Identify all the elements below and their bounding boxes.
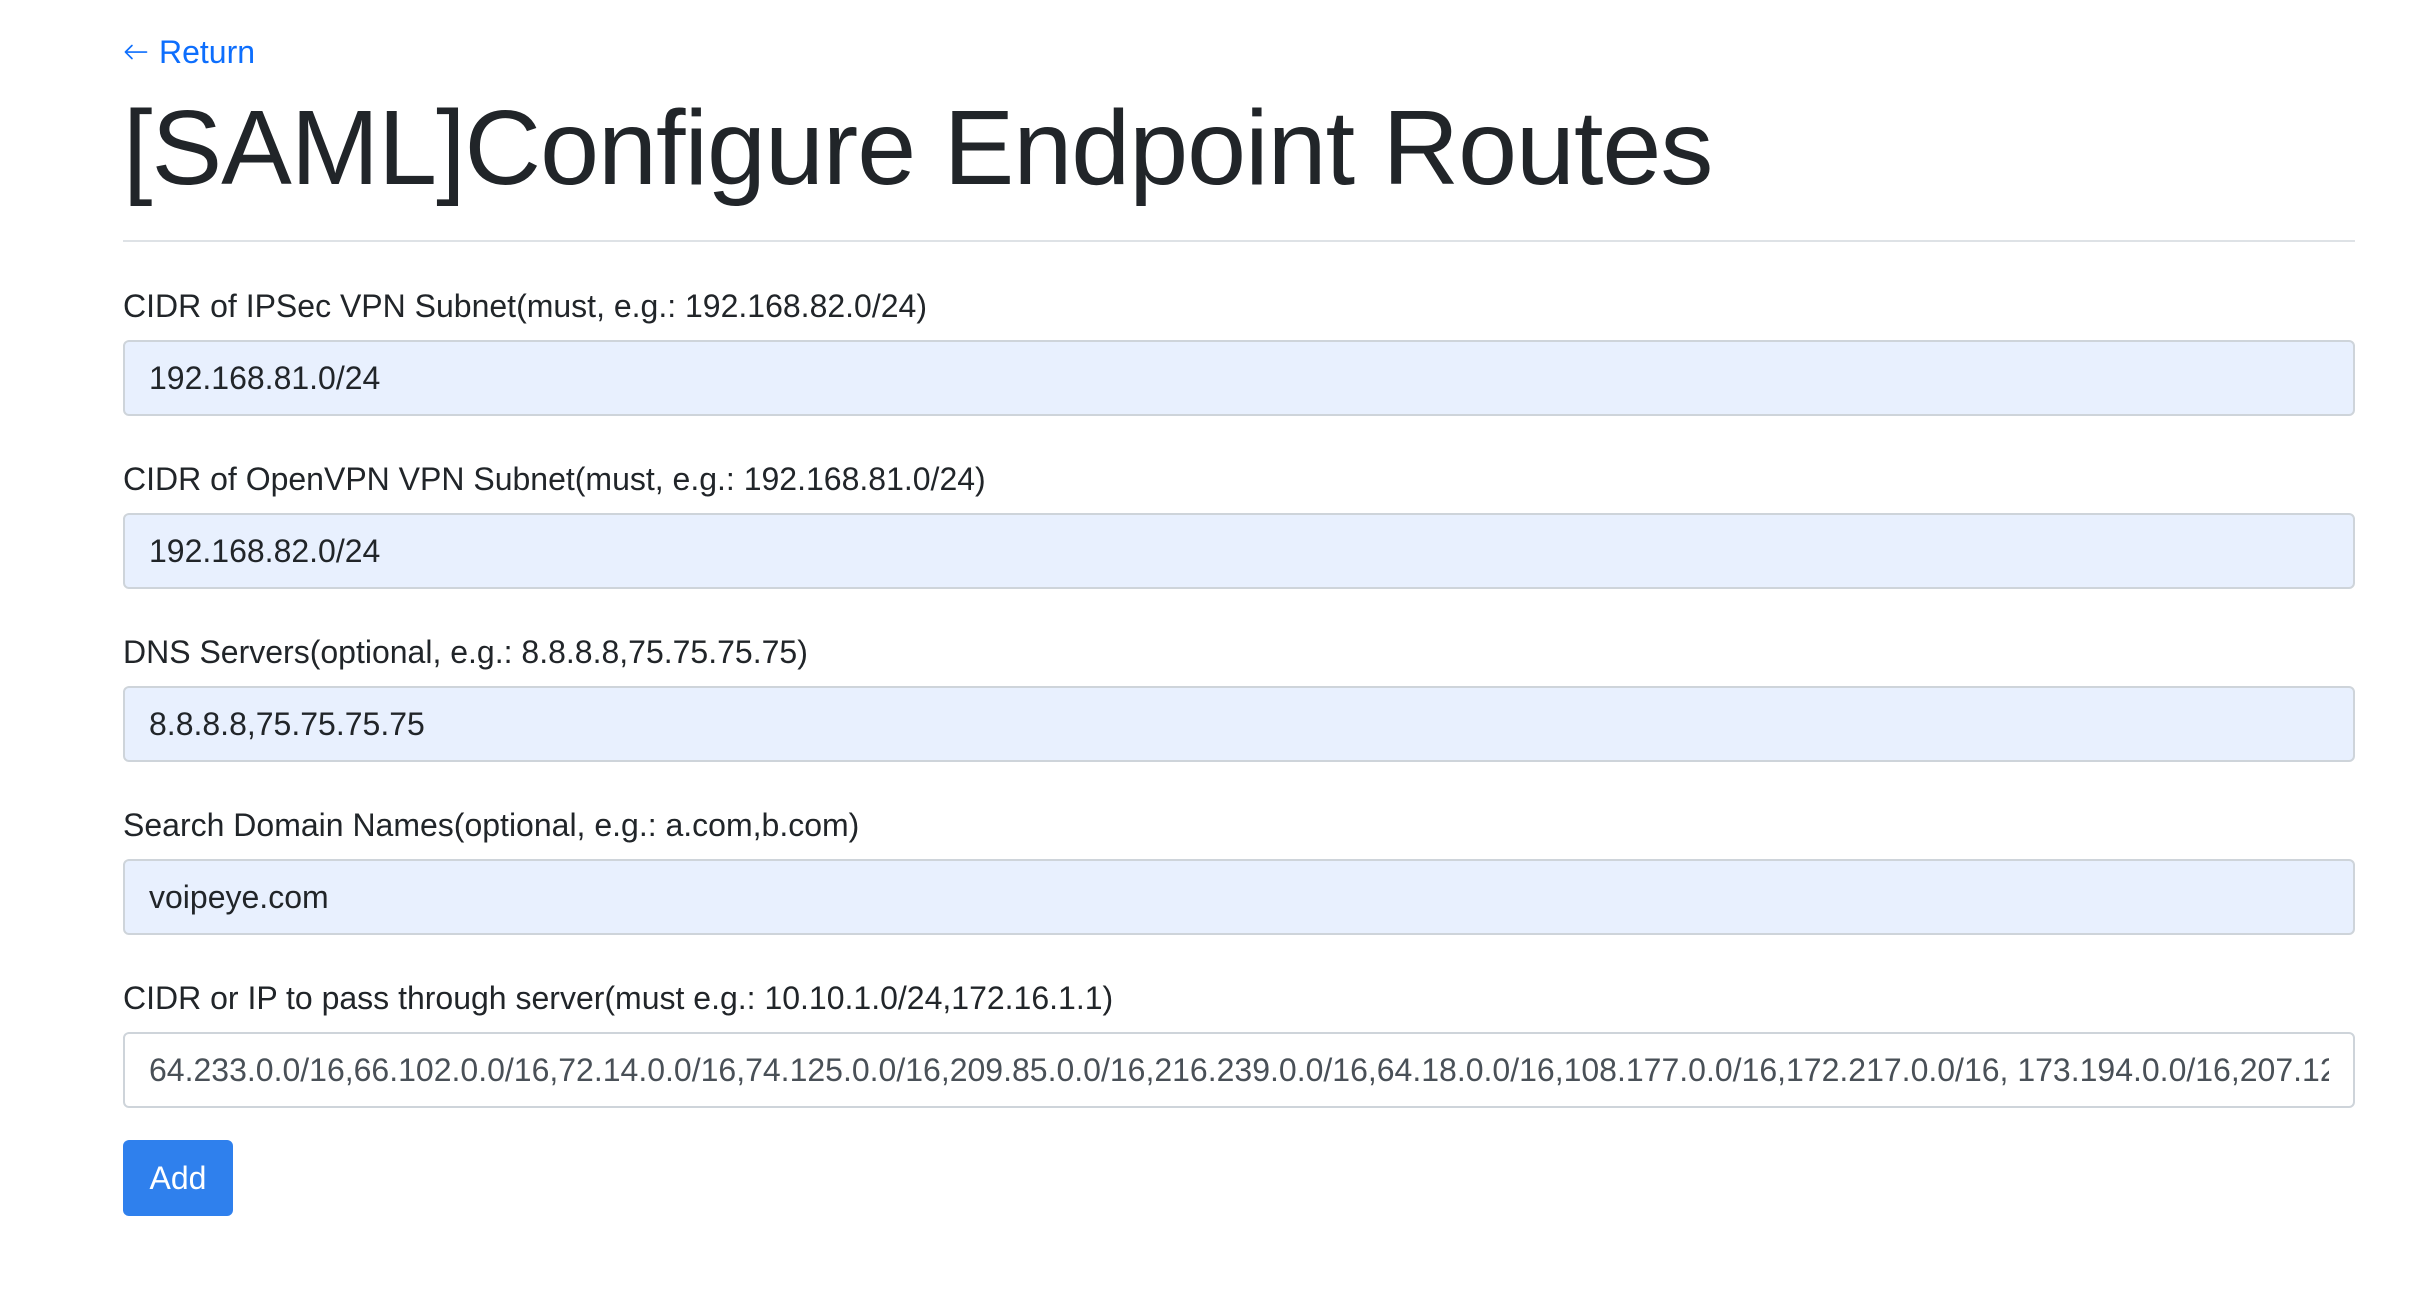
pass-through-input[interactable] — [123, 1032, 2355, 1108]
page-title: [SAML]Configure Endpoint Routes — [123, 89, 1713, 207]
openvpn-subnet-input[interactable] — [123, 513, 2355, 589]
add-button[interactable]: Add — [123, 1140, 233, 1216]
pass-through-label: CIDR or IP to pass through server(must e… — [123, 980, 1114, 1016]
dns-servers-label: DNS Servers(optional, e.g.: 8.8.8.8,75.7… — [123, 634, 808, 670]
return-link[interactable]: Return — [123, 30, 255, 74]
openvpn-subnet-label: CIDR of OpenVPN VPN Subnet(must, e.g.: 1… — [123, 461, 986, 497]
ipsec-subnet-label: CIDR of IPSec VPN Subnet(must, e.g.: 192… — [123, 288, 927, 324]
dns-servers-input[interactable] — [123, 686, 2355, 762]
page: Return [SAML]Configure Endpoint Routes C… — [0, 0, 2428, 1316]
arrow-left-icon — [124, 44, 148, 60]
divider — [123, 240, 2355, 242]
search-domains-input[interactable] — [123, 859, 2355, 935]
return-link-label: Return — [159, 33, 256, 70]
ipsec-subnet-input[interactable] — [123, 340, 2355, 416]
search-domains-label: Search Domain Names(optional, e.g.: a.co… — [123, 807, 860, 843]
